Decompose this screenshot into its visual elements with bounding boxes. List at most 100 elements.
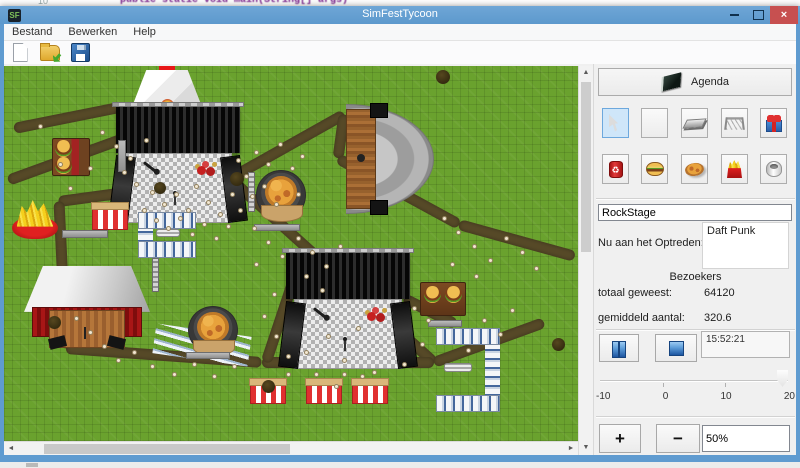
tool-truss-button[interactable] (721, 108, 748, 138)
minimize-button[interactable] (722, 6, 746, 24)
visitor-dot (236, 158, 241, 163)
visitor-dot (266, 240, 271, 245)
stagepiece-icon (682, 118, 706, 128)
zoom-in-button[interactable]: + (599, 424, 641, 453)
tool-fries-button[interactable] (721, 154, 748, 184)
visitor-dot (534, 266, 539, 271)
slider-labels: -1001020 (596, 391, 795, 402)
festival-map[interactable] (4, 66, 578, 441)
visitor-dot (58, 162, 63, 167)
stage-name-input[interactable] (598, 204, 792, 221)
tool-tp-button[interactable] (760, 154, 787, 184)
tool-burger-button[interactable] (641, 154, 668, 184)
menu-item-help[interactable]: Help (125, 25, 164, 39)
maximize-icon (753, 10, 764, 20)
barrier[interactable] (248, 172, 255, 212)
amphi-aspk (370, 200, 388, 215)
visitor-dot (466, 348, 471, 353)
barrier[interactable] (152, 258, 159, 292)
stage[interactable] (112, 102, 244, 230)
visitor-dot (254, 262, 259, 267)
stage[interactable] (282, 248, 414, 378)
visitor-dot (274, 202, 279, 207)
horizontal-scroll-thumb[interactable] (44, 444, 290, 454)
bench[interactable] (186, 352, 230, 359)
stage-drums (192, 158, 220, 180)
now-performing-box[interactable]: Daft Punk (702, 222, 789, 269)
save-file-button[interactable] (69, 43, 91, 63)
scroll-left-icon[interactable]: ◄ (4, 442, 18, 455)
scroll-right-icon[interactable]: ► (564, 442, 578, 455)
visitor-dot (266, 162, 271, 167)
agenda-button[interactable]: Agenda (598, 68, 792, 96)
bench[interactable] (254, 224, 300, 231)
fries[interactable] (12, 200, 58, 246)
tool-pizza-button[interactable] (681, 154, 708, 184)
stage-curtain (116, 107, 240, 153)
visitor-dot (510, 308, 515, 313)
visitor-dot (88, 166, 93, 171)
bench[interactable] (62, 230, 108, 238)
window-body: BestandBewerkenHelp ▲ ▼ ◄ ► Agenda ♻ Nu … (4, 24, 796, 455)
amphi-aspk (370, 103, 388, 118)
visitor-dot (252, 226, 257, 231)
visitor-dot (232, 364, 237, 369)
striped[interactable] (352, 382, 388, 404)
bench[interactable] (118, 140, 126, 172)
close-button[interactable]: × (770, 6, 798, 24)
pause-button[interactable] (599, 334, 639, 362)
total-visitors-value: 64120 (704, 287, 735, 299)
burger[interactable] (420, 282, 466, 316)
new-file-button[interactable] (9, 43, 31, 63)
maximize-button[interactable] (746, 6, 770, 24)
menu-item-bestand[interactable]: Bestand (4, 25, 60, 39)
stop-button[interactable] (655, 334, 697, 362)
visitor-dot (38, 124, 43, 129)
menu-item-bewerken[interactable]: Bewerken (60, 25, 125, 39)
scroll-down-icon[interactable]: ▼ (579, 441, 593, 455)
visitor-dot (442, 216, 447, 221)
slider-track[interactable] (600, 380, 788, 382)
tool-gift-button[interactable] (760, 108, 787, 138)
slider-tick-label: 0 (663, 391, 669, 402)
titlebar[interactable]: SF SimFestTycoon × (0, 6, 800, 24)
pizza[interactable] (188, 306, 238, 354)
tool-spotlight-button[interactable] (641, 108, 668, 138)
visitor-dot (296, 192, 301, 197)
bench[interactable] (428, 320, 462, 327)
tool-select-button[interactable] (602, 108, 629, 138)
visitor-dot (360, 374, 365, 379)
visitor-dot (520, 250, 525, 255)
visitor-dot (262, 184, 267, 189)
vertical-scrollbar[interactable]: ▲ ▼ (578, 66, 593, 455)
striped[interactable] (92, 206, 128, 230)
open-file-button[interactable] (39, 43, 61, 63)
open-folder-icon (40, 45, 60, 61)
tool-trash-button[interactable]: ♻ (602, 154, 629, 184)
zoom-level-input[interactable] (702, 425, 790, 452)
visitor-dot (412, 306, 417, 311)
vertical-scroll-thumb[interactable] (581, 82, 591, 252)
visitor-dot (320, 288, 325, 293)
visitor-dot (194, 184, 199, 189)
speed-slider[interactable] (600, 369, 788, 389)
visitor-dot (356, 326, 361, 331)
visitor-dot (134, 182, 139, 187)
burger[interactable] (52, 138, 90, 176)
zoom-out-button[interactable]: − (656, 424, 700, 453)
visitor-dot (304, 274, 309, 279)
visitors-header: Bezoekers (594, 271, 796, 283)
tree (48, 316, 61, 329)
trash-icon: ♻ (609, 161, 623, 178)
total-visitors-label: totaal geweest: (598, 287, 672, 299)
footpath (13, 101, 125, 134)
slider-tick-label: 20 (784, 391, 795, 402)
tool-stagepiece-button[interactable] (681, 108, 708, 138)
scroll-up-icon[interactable]: ▲ (579, 66, 593, 80)
pipes[interactable] (444, 363, 472, 372)
slider-thumb[interactable] (777, 370, 788, 387)
visitor-dot (482, 318, 487, 323)
visitor-dot (324, 264, 329, 269)
barn[interactable] (24, 266, 150, 348)
horizontal-scrollbar[interactable]: ◄ ► (4, 441, 578, 455)
